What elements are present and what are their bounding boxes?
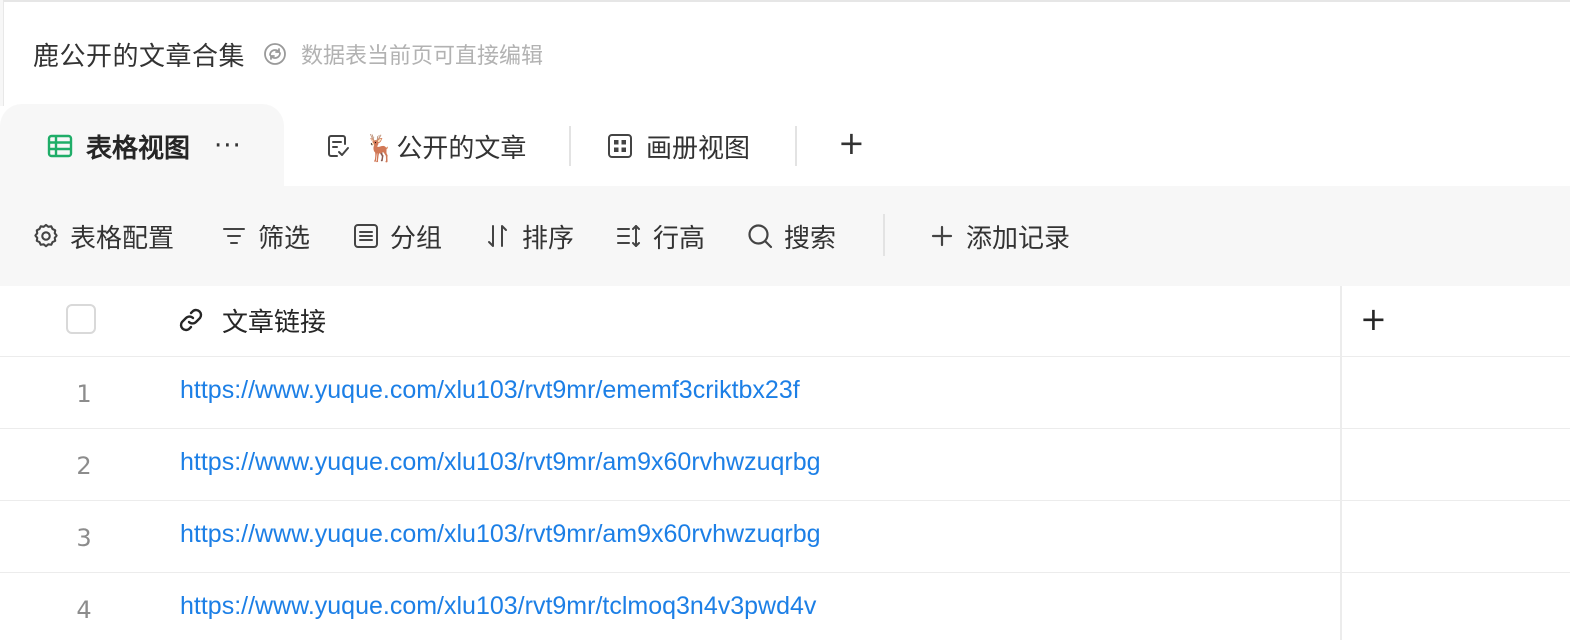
tool-label: 添加记录 [966, 223, 1071, 254]
tab-label: 表格视图 [86, 133, 191, 164]
filter-button[interactable]: 筛选 [220, 216, 310, 256]
row-number: 1 [76, 380, 92, 408]
tool-label: 表格配置 [70, 223, 175, 254]
row-number: 3 [76, 524, 92, 552]
row-divider [0, 500, 1570, 501]
grid-table-icon [46, 132, 74, 160]
table-row-link[interactable]: https://www.yuque.com/xlu103/rvt9mr/emem… [180, 376, 800, 405]
sort-button[interactable]: 排序 [484, 216, 574, 256]
row-divider [0, 356, 1570, 357]
more-options-icon[interactable]: ··· [214, 131, 242, 161]
select-all-checkbox[interactable] [66, 304, 96, 334]
row-divider [0, 428, 1570, 429]
sync-status-icon[interactable] [263, 42, 287, 66]
tab-table-view[interactable]: 表格视图 ··· [46, 126, 242, 166]
table-row-link[interactable]: https://www.yuque.com/xlu103/rvt9mr/tclm… [180, 592, 816, 621]
tool-label: 排序 [522, 223, 575, 254]
tab-public-articles[interactable]: 🦌公开的文章 [324, 126, 526, 166]
gallery-icon [606, 132, 634, 160]
link-icon [176, 305, 206, 335]
filter-icon [220, 222, 248, 250]
table-config-button[interactable]: 表格配置 [32, 216, 174, 256]
search-icon [746, 222, 774, 250]
form-doc-icon [324, 132, 352, 160]
tool-label: 行高 [653, 223, 706, 254]
row-height-button[interactable]: 行高 [615, 216, 705, 256]
tab-divider [569, 126, 571, 166]
title-row: 鹿公开的文章合集 数据表当前页可直接编辑 [33, 36, 543, 72]
tab-label: 🦌公开的文章 [364, 133, 527, 164]
column-header-article-link[interactable]: 文章链接 [176, 300, 326, 340]
plus-icon [928, 222, 956, 250]
table-row-link[interactable]: https://www.yuque.com/xlu103/rvt9mr/am9x… [180, 520, 821, 549]
add-column-button[interactable]: + [1360, 300, 1387, 338]
page-title: 鹿公开的文章合集 [33, 41, 246, 72]
toolbar-divider [883, 214, 885, 256]
add-record-button[interactable]: 添加记录 [928, 216, 1070, 256]
tool-label: 分组 [390, 223, 443, 254]
group-button[interactable]: 分组 [352, 216, 442, 256]
tool-label: 筛选 [258, 223, 311, 254]
add-view-button[interactable]: + [838, 124, 865, 162]
group-icon [352, 222, 380, 250]
table-row-link[interactable]: https://www.yuque.com/xlu103/rvt9mr/am9x… [180, 448, 821, 477]
column-divider [1340, 286, 1342, 640]
gear-icon [32, 222, 60, 250]
row-height-icon [615, 222, 643, 250]
tab-gallery-view[interactable]: 画册视图 [606, 126, 750, 166]
search-button[interactable]: 搜索 [746, 216, 836, 256]
row-divider [0, 572, 1570, 573]
edit-hint-text: 数据表当前页可直接编辑 [301, 44, 544, 69]
tool-label: 搜索 [784, 223, 837, 254]
sort-icon [484, 222, 512, 250]
column-header-label: 文章链接 [222, 307, 327, 338]
row-number: 4 [76, 596, 92, 624]
tab-label: 画册视图 [646, 133, 751, 164]
row-number: 2 [76, 452, 92, 480]
tab-divider [795, 126, 797, 166]
